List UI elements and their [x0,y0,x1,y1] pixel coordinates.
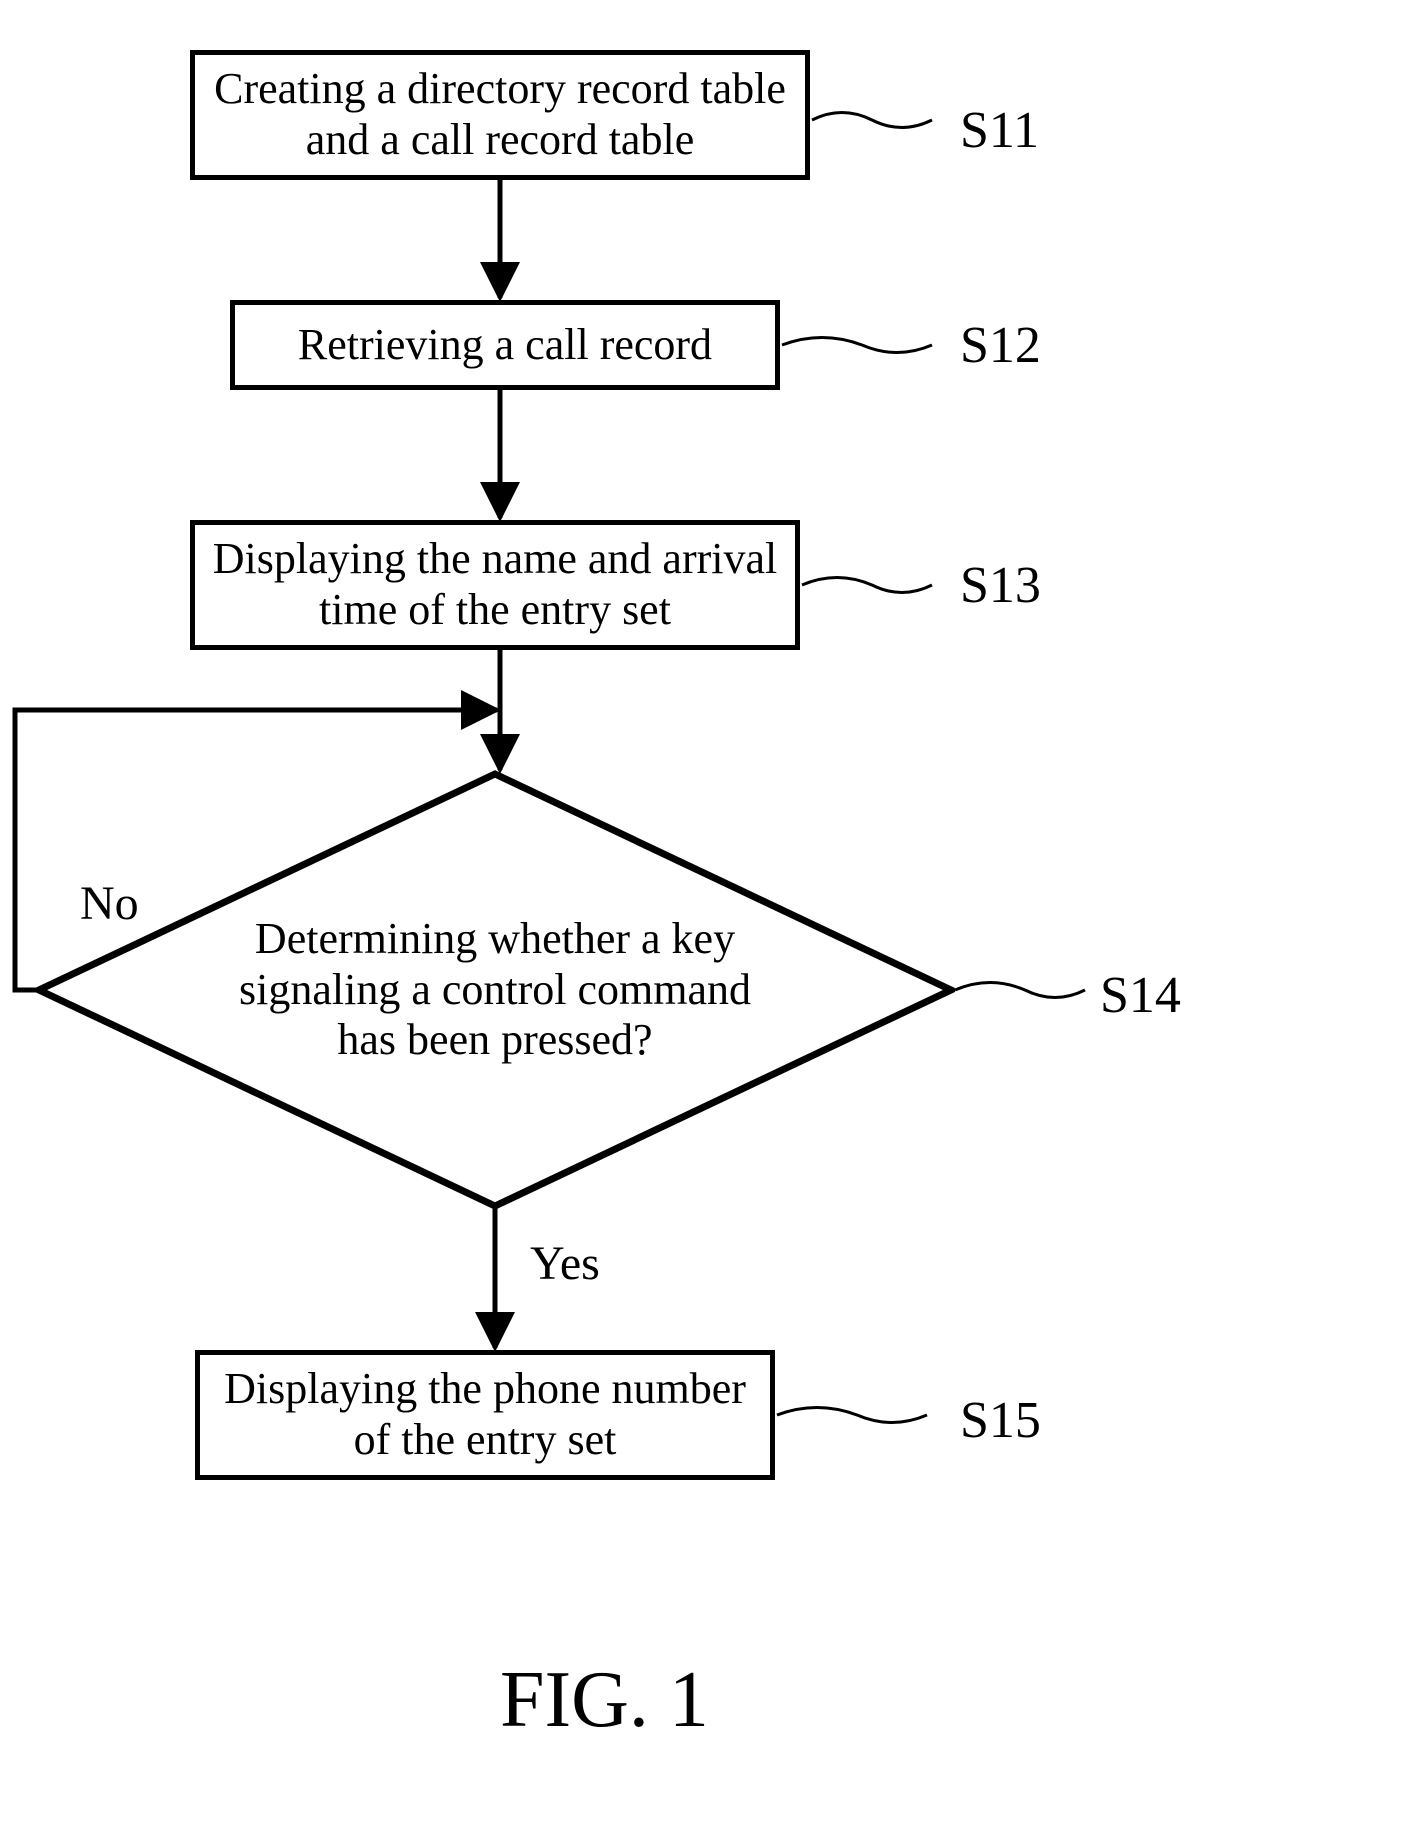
edge-label-no: No [80,880,139,928]
edge-label-yes: Yes [530,1240,600,1288]
step-label-s15: S15 [960,1395,1041,1447]
process-s11-text: Creating a directory record table and a … [209,64,791,165]
process-s11: Creating a directory record table and a … [190,50,810,180]
figure-caption: FIG. 1 [500,1660,709,1740]
process-s12: Retrieving a call record [230,300,780,390]
decision-s14: Determining whether a key signaling a co… [35,770,955,1210]
process-s13: Displaying the name and arrival time of … [190,520,800,650]
process-s12-text: Retrieving a call record [298,320,712,371]
step-label-s14: S14 [1100,970,1181,1022]
process-s13-text: Displaying the name and arrival time of … [209,534,781,635]
process-s15-text: Displaying the phone number of the entry… [214,1364,756,1465]
step-label-s11: S11 [960,105,1039,157]
step-label-s13: S13 [960,560,1041,612]
flowchart-canvas: Creating a directory record table and a … [0,0,1401,1833]
decision-s14-text: Determining whether a key signaling a co… [205,860,785,1120]
process-s15: Displaying the phone number of the entry… [195,1350,775,1480]
step-label-s12: S12 [960,320,1041,372]
